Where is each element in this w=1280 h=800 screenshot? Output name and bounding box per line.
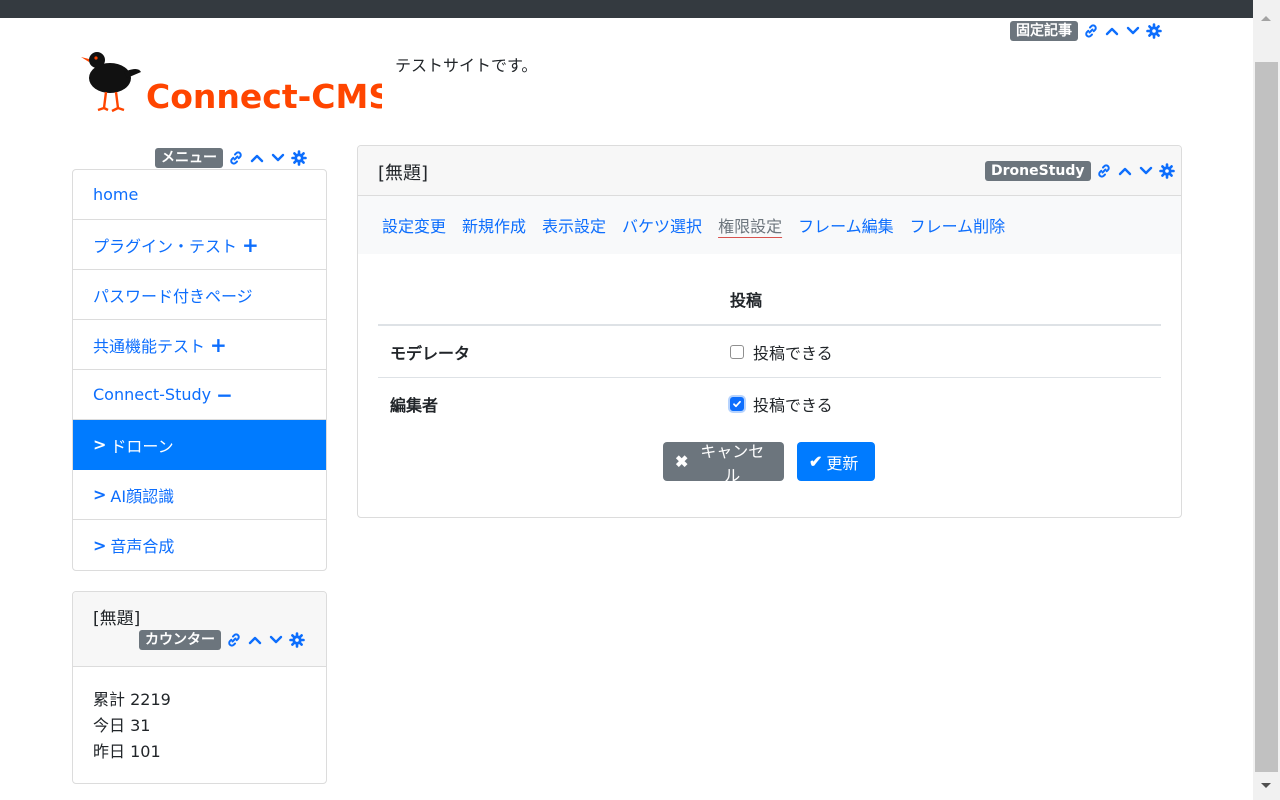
collapse-minus-icon[interactable]: − <box>216 385 233 405</box>
frame-badge-fixed-article: 固定記事 <box>1010 21 1078 41</box>
tab-settings-change[interactable]: 設定変更 <box>382 213 446 237</box>
form-buttons: ✖ キャンセル ✔ 更新 <box>663 442 875 485</box>
counter-yesterday: 昨日 101 <box>93 742 161 761</box>
expand-plus-icon[interactable]: + <box>242 235 259 255</box>
menu-item-label: 音声合成 <box>110 537 175 556</box>
scroll-up-icon[interactable] <box>1261 16 1271 21</box>
menu-item-drone[interactable]: > ドローン <box>73 420 326 470</box>
site-tagline: テストサイトです。 <box>395 56 538 75</box>
menu-item-label: AI顔認識 <box>110 486 175 506</box>
menu-item-label: ドローン <box>110 436 174 456</box>
tab-permission-settings[interactable]: 権限設定 <box>718 213 782 237</box>
link-icon[interactable] <box>1096 163 1112 179</box>
counter-body: 累計 2219 今日 31 昨日 101 <box>73 667 326 783</box>
scrollbar-thumb[interactable] <box>1255 62 1278 772</box>
counter-card: [無題] カウンター 累計 2219 今日 31 昨日 101 <box>72 591 327 784</box>
counter-title: [無題] <box>93 609 141 629</box>
arrow-up-icon[interactable] <box>247 632 263 648</box>
cancel-button-label: キャンセル <box>700 443 765 485</box>
gear-icon[interactable] <box>291 150 307 166</box>
tab-frame-delete[interactable]: フレーム削除 <box>910 213 1006 237</box>
cancel-button[interactable]: ✖ キャンセル <box>663 442 784 485</box>
menu-item-label: 共通機能テスト <box>93 336 206 356</box>
menu-item-label: プラグイン・テスト <box>93 236 238 256</box>
frame-badge-counter: カウンター <box>139 630 221 650</box>
menu-item-plugin-test[interactable]: プラグイン・テスト + <box>73 220 326 270</box>
counter-today: 今日 31 <box>93 716 151 735</box>
tab-display-settings[interactable]: 表示設定 <box>542 213 606 237</box>
frame-badge-menu: メニュー <box>155 148 223 168</box>
main-frame: [無題] DroneStudy 設定変更 新規作成 表示設定 バケツ選択 権限設… <box>357 145 1182 518</box>
menu-item-label: パスワード付きページ <box>93 286 253 306</box>
arrow-down-icon[interactable] <box>1138 163 1154 179</box>
arrow-down-icon[interactable] <box>268 632 284 648</box>
menu-item-password-page[interactable]: パスワード付きページ <box>73 270 326 320</box>
arrow-up-icon[interactable] <box>249 150 265 166</box>
chevron-right-icon: > <box>93 485 107 504</box>
checkbox-label[interactable]: 投稿できる <box>753 392 833 416</box>
check-icon: ✔ <box>809 453 823 471</box>
counter-header: [無題] カウンター <box>73 592 326 667</box>
page-scrollbar[interactable] <box>1253 0 1280 800</box>
permission-cell: 投稿できる <box>730 340 1161 364</box>
permission-table: 投稿 モデレータ 投稿できる 編集者 投稿できる <box>378 274 1161 429</box>
menu-item-common-test[interactable]: 共通機能テスト + <box>73 320 326 370</box>
chevron-right-icon: > <box>93 435 107 454</box>
menu-item-ai-face[interactable]: > AI顔認識 <box>73 470 326 520</box>
site-logo[interactable]: Connect-CMS <box>80 48 392 118</box>
menu-frame-controls: メニュー <box>155 148 307 168</box>
link-icon[interactable] <box>1083 23 1099 39</box>
post-permission-checkbox-moderator[interactable] <box>730 344 744 359</box>
table-row: モデレータ 投稿できる <box>378 326 1161 378</box>
table-row: 編集者 投稿できる <box>378 378 1161 429</box>
header-frame-controls: 固定記事 <box>1010 21 1162 41</box>
main-frame-title: [無題] <box>378 163 429 184</box>
link-icon[interactable] <box>226 632 242 648</box>
menu-item-label: Connect-Study <box>93 385 212 404</box>
menu-item-label: home <box>93 185 139 204</box>
permission-cell: 投稿できる <box>730 392 1161 416</box>
role-editor: 編集者 <box>390 395 439 415</box>
chevron-right-icon: > <box>93 535 107 555</box>
arrow-down-icon[interactable] <box>270 150 286 166</box>
counter-total: 累計 2219 <box>93 690 171 709</box>
scroll-down-icon[interactable] <box>1261 783 1271 788</box>
main-frame-header: [無題] DroneStudy <box>358 146 1181 196</box>
arrow-down-icon[interactable] <box>1125 23 1141 39</box>
post-permission-checkbox-editor[interactable] <box>730 396 744 411</box>
expand-plus-icon[interactable]: + <box>210 335 227 355</box>
link-icon[interactable] <box>228 150 244 166</box>
menu-item-voice[interactable]: > 音声合成 <box>73 520 326 570</box>
checkbox-label[interactable]: 投稿できる <box>753 340 833 364</box>
tab-bucket-select[interactable]: バケツ選択 <box>622 213 702 237</box>
gear-icon[interactable] <box>1158 163 1175 179</box>
tab-new[interactable]: 新規作成 <box>462 213 526 237</box>
update-button[interactable]: ✔ 更新 <box>797 442 875 481</box>
logo-text: Connect-CMS <box>146 77 382 116</box>
counter-frame-controls: カウンター <box>139 630 305 650</box>
arrow-up-icon[interactable] <box>1104 23 1120 39</box>
gear-icon[interactable] <box>1146 23 1162 39</box>
frame-settings-tabs: 設定変更 新規作成 表示設定 バケツ選択 権限設定 フレーム編集 フレーム削除 <box>358 196 1181 254</box>
side-menu: home プラグイン・テスト + パスワード付きページ 共通機能テスト + Co… <box>72 169 327 571</box>
close-icon: ✖ <box>675 453 689 471</box>
arrow-up-icon[interactable] <box>1117 163 1133 179</box>
frame-badge-dronestudy: DroneStudy <box>985 161 1091 181</box>
gear-icon[interactable] <box>289 632 305 648</box>
main-frame-controls: DroneStudy <box>985 161 1175 181</box>
menu-item-connect-study[interactable]: Connect-Study − <box>73 370 326 420</box>
tab-frame-edit[interactable]: フレーム編集 <box>798 213 894 237</box>
permission-table-header: 投稿 <box>378 274 1161 326</box>
browser-top-bar <box>0 0 1253 18</box>
role-moderator: モデレータ <box>390 343 471 363</box>
menu-item-home[interactable]: home <box>73 170 326 220</box>
update-button-label: 更新 <box>826 455 859 473</box>
post-column-header: 投稿 <box>730 291 763 310</box>
